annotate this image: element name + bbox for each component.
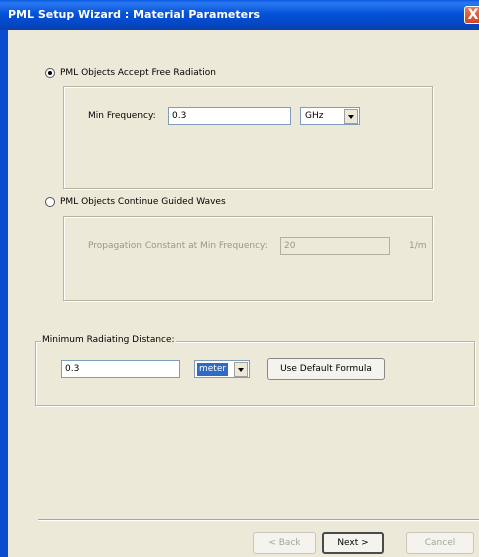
free-radiation-label[interactable]: PML Objects Accept Free Radiation <box>60 68 216 78</box>
radio-selected-dot <box>48 71 52 75</box>
min-radiating-distance-label: Minimum Radiating Distance: <box>41 335 176 345</box>
propagation-unit-label: 1/m <box>409 241 427 251</box>
distance-unit-select[interactable]: meter <box>194 360 250 378</box>
chevron-down-icon[interactable] <box>234 362 248 377</box>
back-button[interactable]: < Back <box>253 532 316 554</box>
guided-waves-group: Propagation Constant at Min Frequency: 2… <box>63 216 433 301</box>
propagation-label: Propagation Constant at Min Frequency: <box>88 241 268 251</box>
distance-unit-value: meter <box>197 363 229 376</box>
frequency-unit-select[interactable]: GHz <box>300 107 360 125</box>
cancel-button[interactable]: Cancel <box>406 532 474 554</box>
next-button[interactable]: Next > <box>322 532 384 554</box>
radiating-distance-input[interactable]: 0.3 <box>61 360 180 378</box>
radio-free-radiation[interactable] <box>45 68 55 78</box>
min-radiating-distance-group: 0.3 meter Use Default Formula <box>35 341 475 406</box>
free-radiation-group: Min Frequency: 0.3 GHz <box>63 86 433 189</box>
min-frequency-input[interactable]: 0.3 <box>168 107 291 125</box>
radio-guided-waves[interactable] <box>45 197 55 207</box>
divider <box>38 519 479 521</box>
title-bar[interactable]: PML Setup Wizard : Material Parameters X <box>0 0 479 30</box>
chevron-down-icon[interactable] <box>344 109 358 124</box>
pml-setup-wizard-window: PML Setup Wizard : Material Parameters X… <box>0 0 479 557</box>
window-title: PML Setup Wizard : Material Parameters <box>8 8 261 21</box>
dialog-body: PML Objects Accept Free Radiation Min Fr… <box>8 30 479 557</box>
close-icon[interactable]: X <box>464 6 479 24</box>
propagation-input[interactable]: 20 <box>280 237 390 255</box>
guided-waves-label[interactable]: PML Objects Continue Guided Waves <box>60 197 226 207</box>
min-frequency-label: Min Frequency: <box>88 111 156 121</box>
use-default-formula-button[interactable]: Use Default Formula <box>267 358 385 380</box>
window-border <box>0 30 8 557</box>
frequency-unit-value: GHz <box>305 111 324 121</box>
